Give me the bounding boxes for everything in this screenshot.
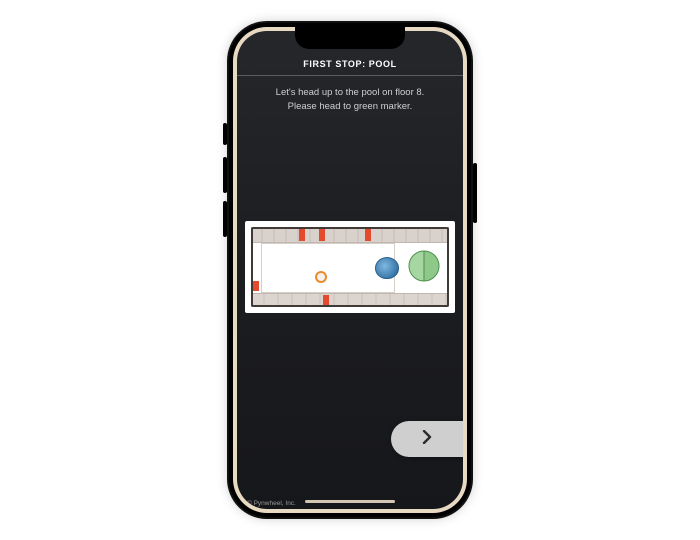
side-button-mute	[223, 123, 227, 145]
floorplan-highlight-room	[365, 229, 371, 241]
floorplan-highlight-room	[299, 229, 305, 241]
chevron-right-icon	[421, 430, 433, 449]
side-button-right	[473, 163, 477, 223]
destination-green-marker-icon	[407, 249, 441, 283]
current-location-marker-icon	[315, 271, 327, 283]
pool-icon	[375, 257, 399, 279]
phone-notch	[295, 27, 405, 49]
side-button-volume-up	[223, 157, 227, 193]
side-button-volume-down	[223, 201, 227, 237]
phone-frame: FIRST STOP: POOL Let's head up to the po…	[229, 23, 471, 517]
home-indicator	[305, 500, 395, 503]
instructions-line-2: Please head to green marker.	[251, 100, 449, 114]
app-screen: FIRST STOP: POOL Let's head up to the po…	[237, 31, 463, 509]
instructions-text: Let's head up to the pool on floor 8. Pl…	[237, 76, 463, 115]
footer-credit: © Pynwheel, Inc.	[247, 500, 296, 507]
floorplan-highlight-room	[319, 229, 325, 241]
instructions-line-1: Let's head up to the pool on floor 8.	[251, 86, 449, 100]
next-button[interactable]	[391, 421, 463, 457]
floorplan-highlight-room	[323, 295, 329, 305]
floorplan-highlight-room	[253, 281, 259, 291]
floorplan-map[interactable]	[245, 221, 455, 313]
phone-bezel: FIRST STOP: POOL Let's head up to the po…	[233, 27, 467, 513]
